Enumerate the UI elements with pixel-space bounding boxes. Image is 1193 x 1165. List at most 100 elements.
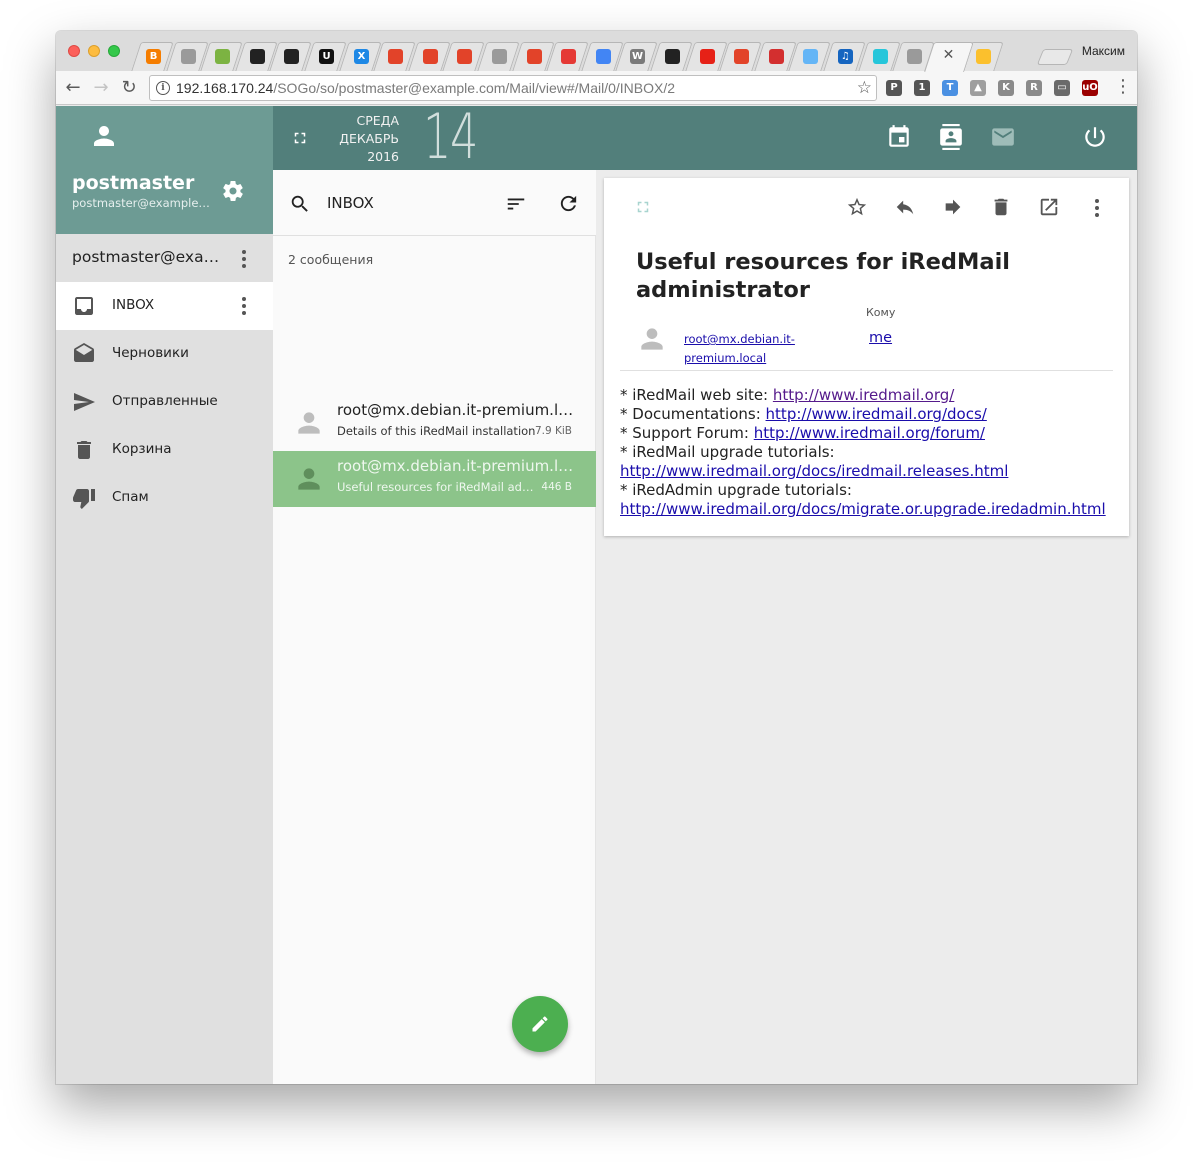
folder-inbox[interactable]: INBOX [56, 282, 273, 330]
compose-button[interactable] [512, 996, 568, 1052]
github-icon [284, 49, 300, 64]
refresh-icon[interactable] [557, 192, 580, 215]
body-text: * Documentations: [620, 405, 766, 423]
message-subject-heading: Useful resources for iRedMail administra… [636, 249, 1010, 303]
reply-icon[interactable] [894, 196, 916, 218]
to-label: Кому [866, 306, 896, 319]
url-text[interactable]: 192.168.170.24/SOGo/so/postmaster@exampl… [176, 80, 675, 96]
forward-icon[interactable] [942, 196, 964, 218]
trash-icon [77, 441, 91, 459]
message-count: 2 сообщения [288, 252, 374, 267]
wordpress-icon: W [630, 49, 646, 64]
close-window-button[interactable] [68, 45, 80, 57]
new-tab-button[interactable] [1036, 49, 1074, 65]
calendar-icon[interactable] [886, 124, 912, 150]
1password-icon[interactable]: 1 [914, 80, 930, 96]
search-icon[interactable] [289, 193, 311, 215]
body-line: * Support Forum: http://www.iredmail.org… [620, 424, 1120, 443]
day-number: 14 [423, 100, 478, 173]
mail-icon[interactable] [990, 124, 1016, 150]
body-line: http://www.iredmail.org/docs/iredmail.re… [620, 462, 1120, 481]
r-icon[interactable]: R [1026, 80, 1042, 96]
pocket-icon[interactable]: P [886, 80, 902, 96]
message-sender: root@mx.debian.it-premium.local [337, 457, 574, 475]
settings-gear-icon[interactable] [221, 179, 245, 203]
top-bar: СРЕДА ДЕКАБРЬ 2016 14 [273, 100, 1137, 173]
body-link[interactable]: http://www.iredmail.org/ [773, 386, 954, 404]
fullscreen-icon[interactable] [291, 129, 309, 147]
folder-trash[interactable]: Корзина [56, 426, 273, 474]
body-line: * iRedMail upgrade tutorials: [620, 443, 1120, 462]
forward-icon[interactable]: → [90, 77, 112, 99]
to-recipient-link[interactable]: me [869, 330, 892, 346]
minimize-window-button[interactable] [88, 45, 100, 57]
url-path: /SOGo/so/postmaster@example.com/Mail/vie… [273, 80, 676, 96]
folder-title: INBOX [327, 194, 374, 212]
gitlab-icon [457, 49, 473, 64]
green-leaf-icon [215, 49, 231, 64]
folder-drafts[interactable]: Черновики [56, 330, 273, 378]
address-bar[interactable]: i 192.168.170.24/SOGo/so/postmaster@exam… [149, 75, 877, 101]
body-link[interactable]: http://www.iredmail.org/forum/ [754, 424, 985, 442]
open-in-new-icon[interactable] [1038, 196, 1060, 218]
k-icon[interactable]: K [998, 80, 1014, 96]
body-link[interactable]: http://www.iredmail.org/docs/migrate.or.… [620, 500, 1106, 518]
delete-icon[interactable] [990, 196, 1012, 218]
bookmark-star-icon[interactable]: ☆ [857, 78, 872, 98]
x-logo-icon: X [353, 49, 369, 64]
year: 2016 [367, 149, 399, 164]
logout-power-icon[interactable] [1082, 124, 1108, 150]
close-tab-icon[interactable]: ✕ [943, 47, 955, 63]
blogger-icon: B [146, 49, 161, 64]
body-link[interactable]: http://www.iredmail.org/docs/ [766, 405, 987, 423]
star-icon[interactable] [846, 196, 868, 218]
browser-toolbar: ← → ↻ i 192.168.170.24/SOGo/so/postmaste… [56, 71, 1137, 105]
folder-spam[interactable]: Спам [56, 474, 273, 522]
message-row-1[interactable]: root@mx.debian.it-premium.local Details … [273, 395, 596, 451]
reload-icon[interactable]: ↻ [118, 77, 140, 99]
weekday: СРЕДА [356, 113, 399, 128]
message-sender: root@mx.debian.it-premium.local [337, 401, 574, 419]
message-size: 7.9 KiB [534, 425, 572, 437]
folder-sent[interactable]: Отправленные [56, 378, 273, 426]
body-text: * iRedMail web site: [620, 386, 773, 404]
contacts-icon[interactable] [938, 124, 964, 150]
header-divider [620, 370, 1113, 371]
list-toolbar: INBOX [273, 170, 596, 236]
ublock-icon[interactable]: uO [1082, 80, 1098, 96]
browser-menu-icon[interactable]: ⋮ [1114, 76, 1132, 97]
cyan-circle-icon [872, 49, 888, 64]
tab-strip: B U X W ♫ ✕ Максим [56, 31, 1137, 72]
sidebar: postmaster postmaster@example.com postma… [56, 106, 273, 1084]
github-icon [665, 49, 680, 64]
sort-icon[interactable] [505, 193, 527, 215]
profile-name[interactable]: Максим [1082, 44, 1125, 58]
body-link[interactable]: http://www.iredmail.org/docs/iredmail.re… [620, 462, 1008, 480]
more-actions-icon[interactable] [1095, 199, 1099, 217]
drive-icon[interactable]: ▲ [970, 80, 986, 96]
date-block: СРЕДА ДЕКАБРЬ 2016 [335, 112, 399, 166]
body-text: * iRedMail upgrade tutorials: [620, 443, 835, 461]
gitlab-icon [734, 49, 750, 64]
zoom-window-button[interactable] [108, 45, 120, 57]
sender-avatar-icon [298, 412, 320, 434]
user-email: postmaster@example.com [72, 196, 212, 210]
message-subject: Details of this iRedMail installation [337, 424, 536, 438]
page-icon [492, 49, 507, 64]
body-line: http://www.iredmail.org/docs/migrate.or.… [620, 500, 1120, 519]
gitlab-icon [388, 49, 404, 64]
message-subject: Useful resources for iRedMail administra… [337, 480, 537, 494]
thumbs-down-icon [73, 489, 95, 509]
folder-label: INBOX [112, 297, 155, 313]
site-info-icon[interactable]: i [156, 81, 170, 95]
translate-icon[interactable]: T [942, 80, 958, 96]
account-row[interactable]: postmaster@example.com [56, 234, 273, 282]
expand-icon[interactable] [634, 198, 652, 216]
folder-menu-icon[interactable] [242, 297, 246, 315]
cast-icon[interactable]: ▭ [1054, 80, 1070, 96]
account-menu-icon[interactable] [242, 250, 246, 268]
mail-icon [803, 49, 819, 64]
back-icon[interactable]: ← [62, 77, 84, 99]
message-row-2[interactable]: root@mx.debian.it-premium.local Useful r… [273, 451, 596, 507]
from-address-link[interactable]: root@mx.debian.it-premium.local [684, 330, 814, 368]
